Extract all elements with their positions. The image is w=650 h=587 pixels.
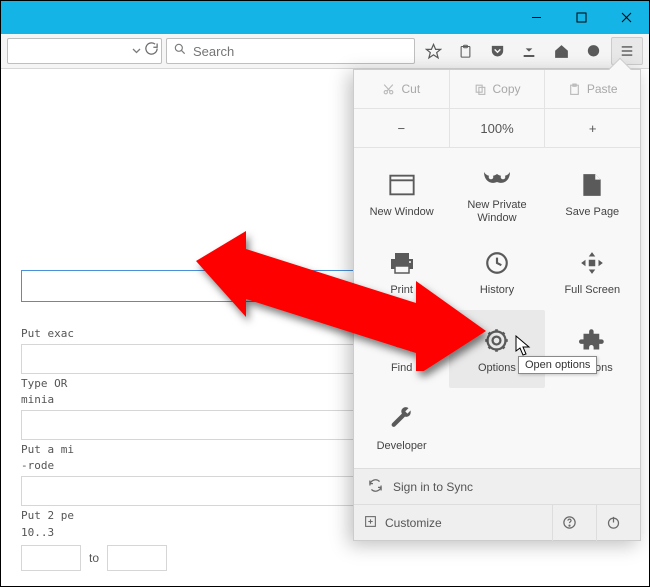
zoom-in-button[interactable]: + (544, 109, 640, 147)
copy-button[interactable]: Copy (449, 70, 545, 108)
url-bar[interactable] (7, 38, 162, 64)
range-from-input[interactable] (21, 545, 81, 571)
new-window-button[interactable]: New Window (354, 154, 449, 232)
window-titlebar (1, 1, 649, 34)
save-page-button[interactable]: Save Page (545, 154, 640, 232)
sign-in-label: Sign in to Sync (393, 480, 473, 494)
downloads-icon[interactable] (515, 37, 543, 65)
reload-icon[interactable] (144, 41, 159, 61)
cut-button[interactable]: Cut (354, 70, 449, 108)
page-icon (581, 168, 603, 202)
menu-label: Developer (377, 440, 427, 453)
bookmark-star-icon[interactable] (419, 37, 447, 65)
identity-dropdown-icon[interactable] (132, 42, 141, 60)
reading-list-icon[interactable] (451, 37, 479, 65)
zoom-level[interactable]: 100% (449, 109, 545, 147)
window-maximize-button[interactable] (559, 1, 604, 34)
puzzle-icon (579, 324, 606, 358)
search-input[interactable] (193, 44, 408, 59)
cut-label: Cut (401, 82, 420, 96)
tooltip-text: Open options (525, 359, 590, 371)
help-button[interactable] (552, 505, 586, 541)
new-private-window-button[interactable]: New Private Window (449, 154, 544, 232)
content-hint: -rode (21, 460, 361, 472)
mask-icon (482, 161, 512, 195)
pocket-icon[interactable] (483, 37, 511, 65)
menu-footer: Customize (354, 504, 640, 540)
zoom-plus-label: + (589, 121, 597, 136)
clock-icon (484, 246, 510, 280)
customize-label: Customize (385, 516, 442, 530)
menu-label: New Private Window (467, 199, 526, 224)
menu-label: Save Page (565, 206, 619, 219)
developer-button[interactable]: Developer (354, 388, 449, 466)
menu-label: New Window (370, 206, 434, 219)
content-hint: Type OR (21, 378, 361, 390)
paste-label: Paste (587, 82, 618, 96)
gear-icon (483, 324, 510, 358)
paste-button[interactable]: Paste (544, 70, 640, 108)
customize-button[interactable]: Customize (364, 515, 542, 531)
range-to-input[interactable] (107, 545, 167, 571)
zoom-level-label: 100% (480, 121, 513, 136)
fullscreen-button[interactable]: Full Screen (545, 232, 640, 310)
sign-in-sync-button[interactable]: Sign in to Sync (354, 468, 640, 504)
wrench-icon (389, 402, 415, 436)
edit-row: Cut Copy Paste (354, 70, 640, 109)
to-label: to (89, 551, 99, 565)
content-hint: 10..3 (21, 527, 361, 539)
search-icon (173, 42, 187, 61)
content-hint: Put 2 pe (21, 510, 361, 522)
content-hint: minia (21, 394, 361, 406)
fullscreen-icon (579, 246, 605, 280)
browser-toolbar (1, 34, 649, 69)
copy-label: Copy (493, 82, 521, 96)
quit-button[interactable] (596, 505, 630, 541)
tooltip: Open options (518, 356, 597, 374)
plus-icon (364, 515, 377, 531)
zoom-row: − 100% + (354, 109, 640, 148)
sync-icon (368, 478, 383, 496)
window-close-button[interactable] (604, 1, 649, 34)
zoom-minus-label: − (398, 121, 406, 136)
menu-label: Full Screen (564, 284, 620, 297)
search-box[interactable] (166, 38, 415, 64)
window-icon (388, 168, 416, 202)
window-minimize-button[interactable] (514, 1, 559, 34)
zoom-out-button[interactable]: − (354, 109, 449, 147)
home-icon[interactable] (547, 37, 575, 65)
annotation-arrow (196, 231, 486, 371)
content-input-row[interactable] (21, 476, 361, 506)
content-input-row[interactable] (21, 410, 361, 440)
chat-icon[interactable] (579, 37, 607, 65)
addons-button[interactable]: Add-ons (545, 310, 640, 388)
content-hint: Put a mi (21, 444, 361, 456)
mouse-cursor-icon (515, 335, 532, 357)
